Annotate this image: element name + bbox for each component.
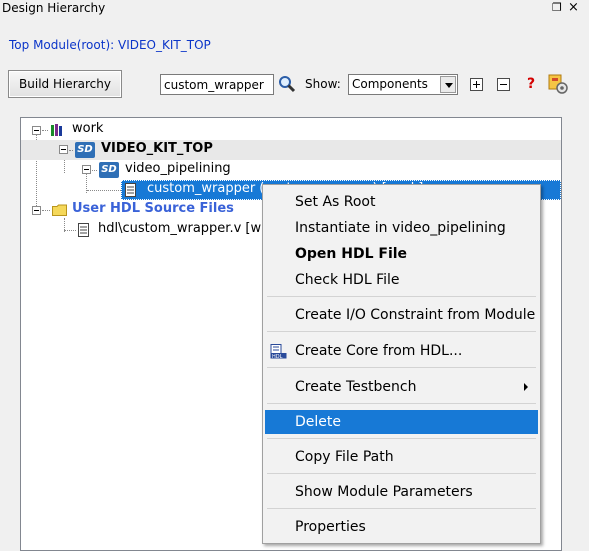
menu-item-create-core[interactable]: HDL Create Core from HDL... [265, 340, 538, 362]
panel-titlebar: Design Hierarchy ❐ × [0, 0, 589, 20]
tree-label-hdl-file: hdl\custom_wrapper.v [w [98, 221, 262, 236]
folder-icon [52, 204, 67, 216]
tree-label-top: VIDEO_KIT_TOP [101, 141, 213, 156]
search-icon[interactable] [278, 75, 296, 93]
menu-label: Show Module Parameters [295, 484, 473, 500]
hierarchy-settings-icon[interactable] [547, 73, 569, 95]
help-icon[interactable]: ? [527, 76, 535, 92]
verilog-file-icon [125, 183, 136, 197]
top-module-label: Top Module(root): VIDEO_KIT_TOP [9, 38, 211, 52]
show-select[interactable]: Components [348, 74, 458, 95]
collapse-icon[interactable] [32, 126, 41, 135]
tree-row-work[interactable]: work [21, 120, 561, 140]
collapse-icon[interactable] [59, 145, 68, 154]
menu-separator [267, 473, 536, 474]
menu-separator [267, 438, 536, 439]
tree-row-video-kit-top[interactable]: SD VIDEO_KIT_TOP [21, 140, 561, 160]
show-label: Show: [305, 77, 341, 91]
menu-item-create-io-constraint[interactable]: Create I/O Constraint from Module [265, 304, 538, 326]
menu-separator [267, 331, 536, 332]
float-panel-icon[interactable]: ❐ [552, 1, 562, 14]
menu-label: Open HDL File [295, 246, 408, 262]
chevron-down-icon[interactable] [440, 76, 456, 93]
menu-item-properties[interactable]: Properties [265, 516, 538, 538]
menu-label: Create Testbench [295, 379, 417, 395]
menu-label: Create I/O Constraint from Module [295, 307, 536, 323]
menu-item-open-hdl[interactable]: Open HDL File [265, 243, 538, 265]
menu-item-set-as-root[interactable]: Set As Root [265, 191, 538, 213]
smartdesign-icon: SD [75, 142, 95, 158]
menu-label: Instantiate in video_pipelining [295, 220, 506, 236]
menu-item-show-module-parameters[interactable]: Show Module Parameters [265, 481, 538, 503]
menu-separator [267, 508, 536, 509]
tree-label-pipelining: video_pipelining [125, 161, 231, 176]
library-icon [51, 124, 62, 136]
menu-label: Set As Root [295, 194, 376, 210]
menu-separator [267, 403, 536, 404]
search-input[interactable] [160, 74, 274, 95]
menu-label: Check HDL File [295, 272, 400, 288]
menu-label: Properties [295, 519, 366, 535]
expand-all-icon[interactable] [470, 78, 483, 91]
menu-label: Copy File Path [295, 449, 394, 465]
menu-item-instantiate[interactable]: Instantiate in video_pipelining [265, 217, 538, 239]
chevron-right-icon [524, 383, 528, 391]
menu-item-delete[interactable]: Delete [265, 410, 538, 434]
context-menu: Set As Root Instantiate in video_pipelin… [262, 184, 541, 544]
menu-item-copy-file-path[interactable]: Copy File Path [265, 446, 538, 468]
verilog-file-icon [78, 223, 89, 237]
menu-separator [267, 296, 536, 297]
menu-label: Delete [295, 414, 341, 430]
menu-label: Create Core from HDL... [295, 343, 463, 359]
menu-item-create-testbench[interactable]: Create Testbench [265, 376, 538, 398]
collapse-icon[interactable] [32, 206, 41, 215]
tree-label-work: work [72, 121, 104, 136]
collapse-all-icon[interactable] [497, 78, 510, 91]
svg-text:HDL: HDL [272, 354, 283, 359]
show-select-value: Components [352, 77, 428, 91]
collapse-icon[interactable] [82, 165, 91, 174]
menu-separator [267, 367, 536, 368]
panel-title: Design Hierarchy [2, 1, 106, 15]
hdl-core-icon: HDL [270, 344, 287, 359]
build-hierarchy-button[interactable]: Build Hierarchy [8, 70, 122, 98]
smartdesign-icon: SD [99, 162, 119, 178]
tree-label-user-hdl: User HDL Source Files [72, 201, 234, 216]
menu-item-check-hdl[interactable]: Check HDL File [265, 269, 538, 291]
tree-row-video-pipelining[interactable]: SD video_pipelining [21, 160, 561, 180]
close-icon[interactable]: × [568, 0, 579, 15]
